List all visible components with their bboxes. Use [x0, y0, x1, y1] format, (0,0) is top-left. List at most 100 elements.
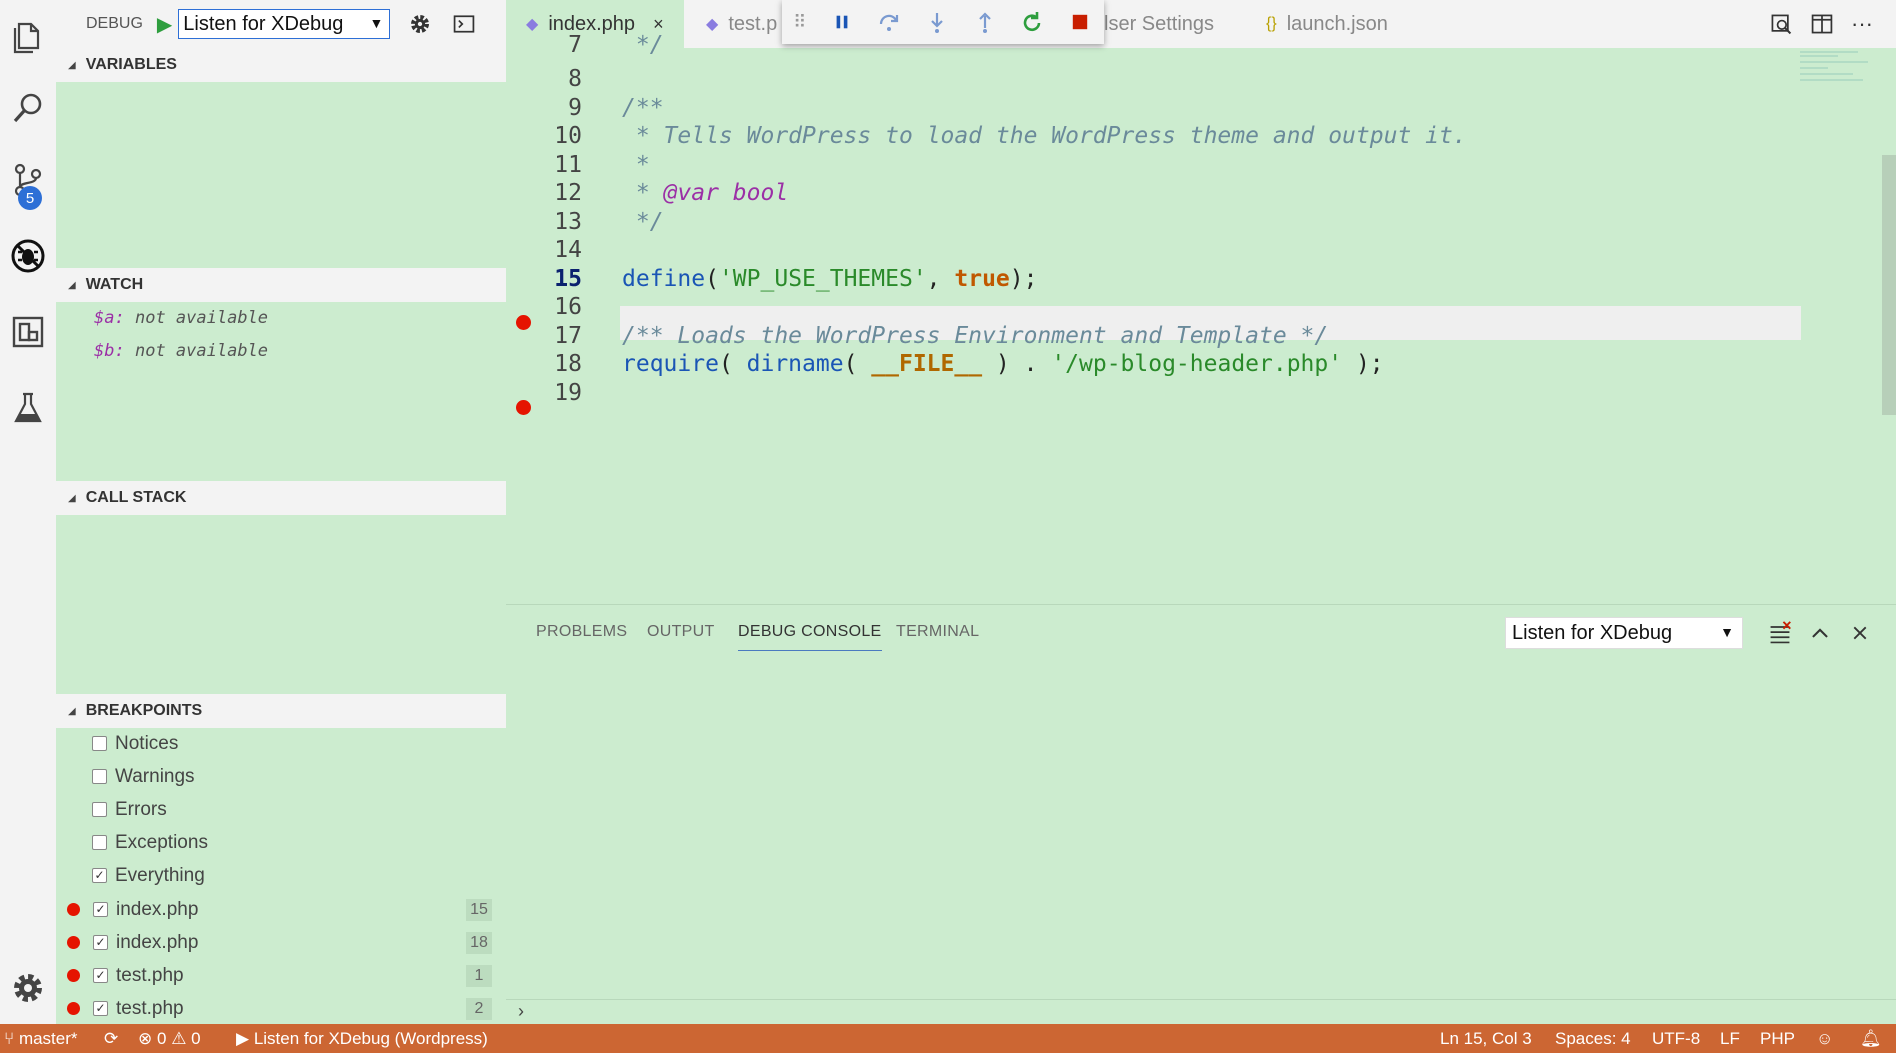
- line-number: 18: [554, 351, 582, 377]
- collapse-triangle-icon: ◢: [68, 279, 76, 291]
- pause-icon[interactable]: [818, 0, 866, 44]
- keyword-token: true: [954, 266, 1010, 292]
- search-icon[interactable]: [0, 80, 56, 136]
- checkbox[interactable]: [92, 802, 107, 817]
- tab-terminal[interactable]: TERMINAL: [896, 623, 979, 641]
- floating-debug-toolbar: ⠿: [782, 0, 1104, 44]
- watch-var: $b:: [94, 341, 125, 361]
- watch-expression[interactable]: $a: not available: [94, 308, 268, 328]
- checkbox-checked[interactable]: ✓: [93, 902, 108, 917]
- breakpoint-dot-icon: [67, 969, 80, 982]
- breakpoints-section-header[interactable]: ◢ BREAKPOINTS: [56, 694, 506, 728]
- maximize-panel-icon[interactable]: [1806, 619, 1834, 647]
- code-line: */: [622, 209, 664, 235]
- checkbox[interactable]: [92, 736, 107, 751]
- status-bar: ⑂ master* ⟳ ⊗ 0 ⚠ 0 ▶ Listen for XDebug …: [0, 1024, 1896, 1053]
- restart-icon[interactable]: [1009, 0, 1057, 44]
- collapse-triangle-icon: ◢: [68, 705, 76, 717]
- minimap[interactable]: [1798, 48, 1878, 88]
- close-panel-icon[interactable]: [1846, 619, 1874, 647]
- debug-config-select[interactable]: Listen for XDebug ▼: [178, 9, 391, 39]
- punctuation-token: ) .: [982, 351, 1052, 377]
- notifications-bell-icon[interactable]: 🔔︎: [1860, 1029, 1882, 1049]
- tab-problems[interactable]: PROBLEMS: [536, 623, 627, 641]
- chevron-down-icon: ▼: [369, 15, 384, 31]
- sync-icon[interactable]: ⟳: [104, 1029, 118, 1049]
- encoding[interactable]: UTF-8: [1652, 1029, 1700, 1049]
- test-flask-icon[interactable]: [0, 380, 56, 436]
- open-preview-icon[interactable]: [1765, 8, 1797, 40]
- file-breakpoint-row[interactable]: ✓ index.php 18: [56, 926, 506, 959]
- exception-label: Exceptions: [115, 831, 208, 853]
- clear-console-icon[interactable]: [1766, 619, 1794, 647]
- drag-handle-icon[interactable]: ⠿: [782, 0, 818, 44]
- more-actions-icon[interactable]: ···: [1846, 8, 1878, 40]
- punctuation-token: ,: [926, 266, 955, 292]
- debug-session-select[interactable]: Listen for XDebug ▼: [1505, 617, 1743, 649]
- debug-label: DEBUG: [86, 15, 143, 32]
- start-debugging-icon[interactable]: ▶: [157, 12, 172, 37]
- files-icon[interactable]: [0, 8, 56, 64]
- line-number-current: 15: [554, 266, 582, 292]
- exception-breakpoint-row[interactable]: Errors: [56, 793, 506, 826]
- code-line: */: [622, 32, 664, 58]
- exception-breakpoint-row[interactable]: ✓ Everything: [56, 859, 506, 892]
- watch-expression[interactable]: $b: not available: [94, 341, 268, 361]
- file-breakpoint-row[interactable]: ✓ index.php 15: [56, 893, 506, 926]
- checkbox-checked[interactable]: ✓: [93, 968, 108, 983]
- file-breakpoint-row[interactable]: ✓ test.php 2: [56, 992, 506, 1025]
- step-into-icon[interactable]: [913, 0, 961, 44]
- variables-section-header[interactable]: ◢ VARIABLES: [56, 48, 506, 82]
- language-mode[interactable]: PHP: [1760, 1029, 1795, 1049]
- checkbox[interactable]: [92, 835, 107, 850]
- punctuation-token: (: [843, 351, 872, 377]
- file-breakpoint-row[interactable]: ✓ test.php 1: [56, 959, 506, 992]
- tab-launch-json[interactable]: {} launch.json: [1246, 0, 1426, 48]
- debug-icon[interactable]: [0, 228, 56, 284]
- checkbox-checked[interactable]: ✓: [92, 868, 107, 883]
- code-line: define('WP_USE_THEMES', true);: [622, 266, 1037, 292]
- checkbox-checked[interactable]: ✓: [93, 935, 108, 950]
- indentation[interactable]: Spaces: 4: [1555, 1029, 1631, 1049]
- gear-icon[interactable]: [0, 960, 56, 1016]
- end-of-line[interactable]: LF: [1720, 1029, 1740, 1049]
- breakpoint-dot-icon[interactable]: [516, 315, 531, 330]
- breakpoint-file: index.php: [116, 931, 199, 953]
- code-editor[interactable]: 7 8 9 10 11 12 13 14 15 16 17 18 19 */ /…: [506, 32, 1881, 604]
- exception-breakpoint-row[interactable]: Notices: [56, 727, 506, 760]
- breakpoint-dot-icon: [67, 936, 80, 949]
- collapse-triangle-icon: ◢: [68, 59, 76, 71]
- debug-session-name: Listen for XDebug (Wordpress): [253, 1029, 488, 1048]
- exception-breakpoint-row[interactable]: Exceptions: [56, 826, 506, 859]
- watch-value: not available: [134, 341, 269, 361]
- exception-breakpoint-row[interactable]: Warnings: [56, 760, 506, 793]
- breakpoints-title: BREAKPOINTS: [85, 702, 203, 719]
- tab-output[interactable]: OUTPUT: [647, 623, 715, 641]
- call-stack-section-header[interactable]: ◢ CALL STACK: [56, 481, 506, 515]
- debug-session-status[interactable]: ▶ Listen for XDebug (Wordpress): [236, 1029, 488, 1049]
- tab-debug-console[interactable]: DEBUG CONSOLE: [738, 623, 882, 651]
- tab-test-php[interactable]: ◆ test.p: [686, 0, 782, 48]
- cursor-position[interactable]: Ln 15, Col 3: [1440, 1029, 1532, 1049]
- feedback-smiley-icon[interactable]: ☺: [1816, 1029, 1833, 1049]
- checkbox[interactable]: [92, 769, 107, 784]
- editor-scrollbar[interactable]: [1882, 155, 1896, 415]
- checkbox-checked[interactable]: ✓: [93, 1001, 108, 1016]
- punctuation-token: (: [705, 266, 719, 292]
- debug-console-input[interactable]: ›: [506, 999, 1896, 1025]
- step-out-icon[interactable]: [961, 0, 1009, 44]
- debug-console-icon[interactable]: [450, 10, 478, 38]
- watch-section-header[interactable]: ◢ WATCH: [56, 268, 506, 302]
- code-line: * @var bool: [622, 180, 788, 206]
- git-branch[interactable]: ⑂ master*: [4, 1029, 78, 1049]
- extensions-icon[interactable]: [0, 304, 56, 360]
- problems-indicator[interactable]: ⊗ 0 ⚠ 0: [138, 1029, 201, 1049]
- stop-icon[interactable]: [1056, 0, 1104, 44]
- split-editor-icon[interactable]: [1806, 8, 1838, 40]
- open-launch-config-gear-icon[interactable]: [406, 10, 434, 38]
- warning-icon: ⚠: [171, 1029, 187, 1048]
- line-number: 12: [554, 180, 582, 206]
- breakpoint-dot-icon[interactable]: [516, 400, 531, 415]
- step-over-icon[interactable]: [865, 0, 913, 44]
- tab-user-settings[interactable]: lser Settings: [1104, 0, 1224, 48]
